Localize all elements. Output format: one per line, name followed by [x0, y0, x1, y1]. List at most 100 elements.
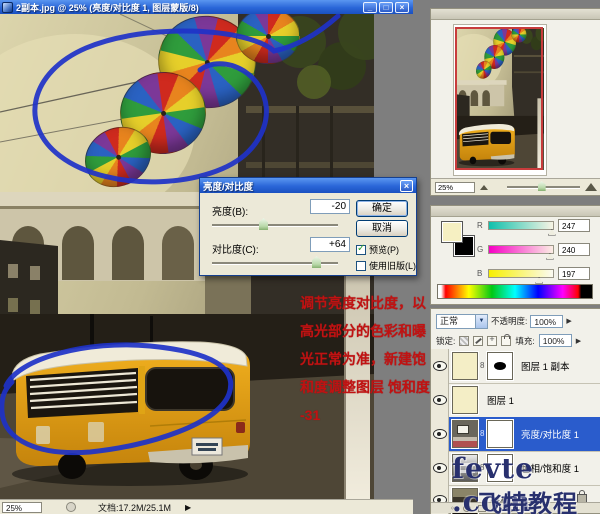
color-panel: R 247 G 240 B 197 — [430, 205, 600, 305]
layer-thumbnail[interactable] — [452, 386, 478, 414]
layer-row-layer1-copy[interactable]: 8 图层 1 副本 — [431, 349, 600, 384]
status-bar: 25% 文档:17.2M/25.1M ▶ — [0, 499, 413, 514]
fill-flyout-icon[interactable]: ▶ — [576, 337, 581, 345]
eye-icon — [432, 395, 447, 405]
fill-value-field[interactable]: 100% — [538, 334, 572, 347]
layer-visibility-toggle[interactable] — [431, 417, 449, 451]
site-watermark-cn: 飞特教程网 — [478, 491, 578, 514]
link-icon: 8 — [480, 429, 485, 438]
foreground-color-swatch[interactable] — [441, 221, 463, 243]
status-flyout-icon[interactable]: ▶ — [185, 503, 191, 512]
opacity-value-field[interactable]: 100% — [530, 314, 564, 328]
link-icon: 8 — [480, 361, 485, 370]
status-icon — [66, 502, 76, 512]
lock-transparency-icon[interactable] — [459, 335, 470, 346]
navigator-panel-header[interactable] — [431, 9, 600, 20]
contrast-slider-thumb[interactable] — [312, 256, 321, 268]
cancel-button[interactable]: 取消 — [356, 220, 408, 237]
minimize-button[interactable]: _ — [363, 1, 377, 13]
maximize-button[interactable]: □ — [379, 1, 393, 13]
dialog-title: 亮度/对比度 — [203, 181, 254, 193]
brightness-slider-thumb[interactable] — [259, 218, 268, 230]
green-channel-slider[interactable] — [488, 244, 554, 260]
tutorial-annotation: 调节亮度对比度，以 高光部分的色彩和曝 光正常为准，新建饱 和度调整图层 饱和度… — [300, 289, 430, 429]
channel-label: R — [477, 220, 483, 230]
lock-pixels-icon[interactable] — [473, 335, 484, 346]
layer-mask-thumbnail[interactable] — [487, 352, 513, 380]
adjustment-layer-thumbnail[interactable] — [452, 420, 478, 448]
lock-row: 锁定: 填充: 100% ▶ — [431, 332, 600, 349]
channel-row-red: R 247 — [477, 218, 590, 236]
navigator-zoom-slider[interactable] — [507, 181, 580, 191]
navigator-zoom-field[interactable] — [435, 181, 475, 193]
channel-label: B — [477, 268, 483, 278]
navigator-footer — [431, 178, 600, 195]
blue-slider-thumb[interactable] — [535, 276, 544, 284]
brightness-input[interactable] — [310, 199, 350, 214]
navigator-zoom-thumb[interactable] — [537, 181, 546, 191]
preview-checkbox[interactable]: ✓ — [356, 242, 366, 255]
eye-icon — [432, 463, 447, 473]
zoom-level-field[interactable]: 25% — [2, 501, 42, 513]
check-icon: ✓ — [357, 242, 366, 254]
lock-position-icon[interactable] — [487, 334, 498, 346]
channel-row-green: G 240 — [477, 242, 590, 260]
opacity-flyout-icon[interactable]: ▶ — [566, 317, 571, 325]
navigator-thumbnail[interactable] — [454, 25, 546, 175]
zoom-in-icon[interactable] — [585, 183, 597, 191]
lock-label: 锁定: — [436, 335, 456, 346]
layer-visibility-toggle[interactable] — [431, 451, 449, 485]
contrast-slider[interactable] — [212, 256, 338, 268]
brightness-label: 亮度(B): — [212, 207, 249, 218]
photoshop-workspace: 2副本.jpg @ 25% (亮度/对比度 1, 图层蒙版/8) _ □ × 2… — [0, 0, 600, 514]
annotation-line: 和度调整图层 饱和度 — [300, 379, 430, 395]
dialog-body: 亮度(B): 对比度(C): 确定 取消 ✓ 预览(P) 使用旧版(L) — [200, 193, 416, 275]
contrast-label: 对比度(C): — [212, 245, 259, 256]
close-button[interactable]: × — [395, 1, 409, 13]
blend-mode-dropdown[interactable]: 正常 ▼ — [436, 313, 488, 329]
blend-mode-row: 正常 ▼ 不透明度: 100% ▶ — [431, 312, 600, 330]
navigator-panel — [430, 8, 600, 196]
blue-channel-slider[interactable] — [488, 268, 554, 284]
red-slider-thumb[interactable] — [547, 228, 556, 236]
layer-visibility-toggle[interactable] — [431, 349, 449, 383]
annotation-line: 光正常为准，新建饱 — [300, 351, 426, 367]
color-panel-header[interactable] — [431, 206, 600, 217]
navigator-viewbox[interactable] — [455, 27, 543, 170]
layer-name[interactable]: 图层 1 — [487, 393, 514, 407]
green-slider-thumb[interactable] — [545, 252, 554, 260]
red-value-field[interactable]: 247 — [558, 218, 590, 232]
legacy-checkbox[interactable] — [356, 260, 366, 271]
layer-thumbnail[interactable] — [452, 352, 478, 380]
layer-visibility-toggle[interactable] — [431, 383, 449, 417]
ok-button[interactable]: 确定 — [356, 200, 408, 217]
legacy-checkbox-row: 使用旧版(L) — [356, 259, 416, 272]
layer-name[interactable]: 亮度/对比度 1 — [521, 427, 579, 441]
chevron-down-icon[interactable]: ▼ — [475, 313, 488, 329]
document-titlebar[interactable]: 2副本.jpg @ 25% (亮度/对比度 1, 图层蒙版/8) _ □ × — [0, 0, 413, 14]
dialog-titlebar[interactable]: 亮度/对比度 × — [200, 178, 416, 193]
layer-name[interactable]: 图层 1 副本 — [521, 359, 570, 373]
dialog-close-button[interactable]: × — [400, 179, 413, 192]
red-channel-slider[interactable] — [488, 220, 556, 236]
color-spectrum-ramp[interactable] — [437, 284, 593, 299]
lock-all-icon[interactable] — [501, 333, 512, 346]
document-icon — [2, 1, 13, 13]
document-size-info: 文档:17.2M/25.1M — [98, 502, 172, 513]
blue-value-field[interactable]: 197 — [558, 266, 590, 280]
green-value-field[interactable]: 240 — [558, 242, 590, 256]
eye-icon — [432, 429, 447, 439]
brightness-slider[interactable] — [212, 218, 338, 230]
zoom-out-icon[interactable] — [480, 184, 488, 190]
layer-row-layer1[interactable]: 图层 1 — [431, 383, 600, 418]
annotation-line: 高光部分的色彩和曝 — [300, 323, 426, 339]
annotation-line: -31 — [300, 407, 321, 423]
document-title: 2副本.jpg @ 25% (亮度/对比度 1, 图层蒙版/8) — [16, 2, 199, 13]
opacity-label: 不透明度: — [491, 316, 528, 326]
contrast-input[interactable] — [310, 237, 350, 252]
channel-label: G — [477, 244, 484, 254]
layer-row-brightness-contrast[interactable]: 8 亮度/对比度 1 — [431, 417, 600, 452]
layer-mask-thumbnail[interactable] — [487, 420, 513, 448]
fill-label: 填充: — [515, 335, 535, 346]
preview-checkbox-row: ✓ 预览(P) — [356, 243, 399, 256]
